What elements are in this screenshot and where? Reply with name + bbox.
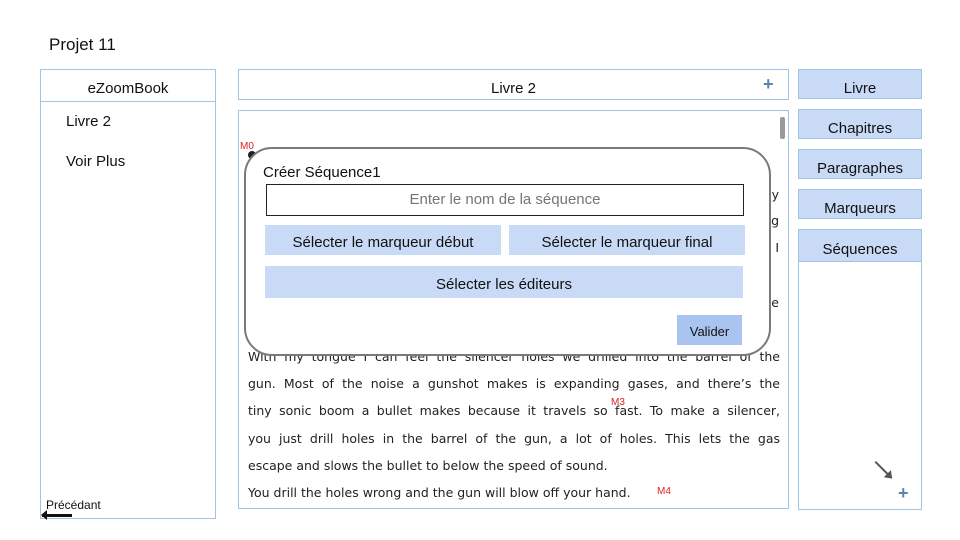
add-sequence-plus-icon[interactable]: +	[898, 484, 909, 502]
text-line: escape and slows the bullet to below the…	[248, 458, 608, 473]
sequences-panel: Séquences +	[798, 229, 922, 510]
text-line: you just drill holes in the barrel of th…	[248, 431, 780, 446]
left-item-livre-2[interactable]: Livre 2	[66, 113, 111, 130]
project-title: Projet 11	[49, 35, 116, 54]
book-header: Livre 2 +	[238, 69, 789, 100]
sequences-title[interactable]: Séquences	[799, 230, 921, 262]
text-line: You drill the holes wrong and the gun wi…	[248, 485, 631, 500]
text-line: tiny sonic boom a bullet makes because i…	[248, 403, 780, 418]
scrollbar-thumb[interactable]	[780, 117, 785, 139]
editors-button[interactable]: Sélecter les éditeurs	[265, 266, 743, 298]
diagonal-arrow-icon	[874, 461, 892, 478]
chapitres-button[interactable]: Chapitres	[798, 109, 922, 139]
start-marker-button[interactable]: Sélecter le marqueur début	[265, 225, 501, 255]
livre-button[interactable]: Livre	[798, 69, 922, 99]
left-panel-title: eZoomBook	[41, 70, 215, 102]
marqueurs-button[interactable]: Marqueurs	[798, 189, 922, 219]
text-fragment: e	[771, 295, 779, 310]
text-fragment: I	[775, 240, 779, 255]
text-fragment: y	[771, 187, 779, 202]
book-header-title: Livre 2	[490, 80, 537, 97]
left-item-voir-plus[interactable]: Voir Plus	[66, 153, 125, 170]
sequence-name-input[interactable]	[266, 184, 744, 216]
left-panel: eZoomBook Livre 2 Voir Plus Précédant	[40, 69, 216, 520]
marker-m4[interactable]: M4	[657, 486, 671, 497]
marker-m3[interactable]: M3	[611, 397, 625, 408]
text-line: gun. Most of the noise a gunshot makes i…	[248, 376, 780, 391]
modal-title: Créer Séquence1	[263, 164, 381, 181]
arrow-left-icon[interactable]	[41, 510, 72, 520]
text-fragment: g	[771, 213, 779, 228]
previous-link[interactable]: Précédant	[46, 498, 101, 512]
end-marker-button[interactable]: Sélecter le marqueur final	[509, 225, 745, 255]
create-sequence-modal: Créer Séquence1 Sélecter le marqueur déb…	[244, 147, 771, 356]
plus-icon[interactable]: +	[763, 75, 774, 93]
submit-button[interactable]: Valider	[677, 315, 742, 345]
paragraphes-button[interactable]: Paragraphes	[798, 149, 922, 179]
